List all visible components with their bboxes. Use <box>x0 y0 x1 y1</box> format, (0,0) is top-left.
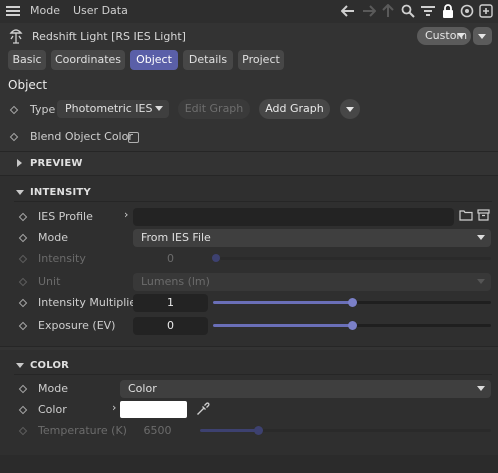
keyframe-diamond-icon[interactable] <box>18 233 28 243</box>
color-label: Color <box>38 403 67 416</box>
object-title: Redshift Light [RS IES Light] <box>32 30 186 43</box>
tab-project[interactable]: Project <box>238 50 284 70</box>
hamburger-icon[interactable] <box>5 3 21 19</box>
keyframe-diamond-icon <box>18 254 28 264</box>
unit-dropdown-value: Lumens (lm) <box>141 275 210 288</box>
filter-icon[interactable] <box>420 3 436 19</box>
keyframe-diamond-icon[interactable] <box>9 105 19 115</box>
slider-fill <box>213 301 352 304</box>
color-mode-label: Mode <box>38 382 68 395</box>
chevron-down-icon <box>477 235 485 240</box>
temperature-label: Temperature (K) <box>38 424 127 437</box>
chevron-down-icon[interactable] <box>16 190 24 195</box>
blend-object-color-checkbox[interactable] <box>128 132 139 143</box>
color-swatch[interactable] <box>120 401 187 418</box>
exposure-slider[interactable] <box>213 321 491 330</box>
chevron-down-icon <box>477 386 485 391</box>
blend-object-color-label: Blend Object Color <box>30 130 133 143</box>
intensity-label: Intensity <box>38 252 86 265</box>
intensity-value-field: 0 <box>167 252 174 265</box>
add-icon[interactable] <box>478 3 494 19</box>
tab-object[interactable]: Object <box>130 50 178 70</box>
chevron-down-icon <box>478 34 486 39</box>
more-options-button[interactable] <box>473 27 492 45</box>
intensity-group-label: INTENSITY <box>30 187 91 198</box>
lock-icon[interactable] <box>440 3 456 19</box>
chevron-down-icon <box>155 106 163 111</box>
archive-icon[interactable] <box>477 209 491 223</box>
expand-chevron-icon[interactable]: › <box>112 401 116 414</box>
exposure-label: Exposure (EV) <box>38 319 116 332</box>
exposure-field[interactable]: 0 <box>133 317 208 335</box>
intensity-slider-track <box>220 257 491 260</box>
slider-fill <box>213 324 352 327</box>
slider-knob[interactable] <box>348 298 357 307</box>
slider-knob[interactable] <box>348 321 357 330</box>
keyframe-diamond-icon <box>18 277 28 287</box>
type-dropdown[interactable]: Photometric IES <box>57 100 169 118</box>
intensity-multiplier-field[interactable]: 1 <box>133 294 208 312</box>
ies-profile-label: IES Profile <box>38 210 93 223</box>
unit-dropdown: Lumens (lm) <box>133 273 491 291</box>
chevron-down-icon <box>457 33 465 38</box>
color-mode-dropdown[interactable]: Color <box>120 380 491 398</box>
slider-fill <box>200 429 258 432</box>
back-arrow-icon[interactable] <box>340 3 356 19</box>
eyedropper-icon[interactable] <box>196 402 210 416</box>
keyframe-diamond-icon <box>18 426 28 436</box>
chevron-down-icon <box>346 107 354 112</box>
type-label: Type <box>30 103 56 116</box>
divider <box>0 346 498 347</box>
expand-chevron-icon[interactable]: › <box>124 208 128 221</box>
tab-coordinates[interactable]: Coordinates <box>51 50 125 70</box>
type-dropdown-value: Photometric IES <box>65 102 153 115</box>
color-group <box>0 350 498 455</box>
up-arrow-icon[interactable] <box>380 3 396 19</box>
menu-mode[interactable]: Mode <box>30 4 60 17</box>
intensity-mode-dropdown[interactable]: From IES File <box>133 229 491 247</box>
intensity-multiplier-label: Intensity Multiplier <box>38 296 141 309</box>
forward-arrow-icon[interactable] <box>361 3 377 19</box>
target-icon[interactable] <box>459 3 475 19</box>
tab-details[interactable]: Details <box>183 50 233 70</box>
color-group-label: COLOR <box>30 360 70 371</box>
menu-user-data[interactable]: User Data <box>73 4 128 17</box>
chevron-down-icon[interactable] <box>16 363 24 368</box>
search-icon[interactable] <box>400 3 416 19</box>
light-icon <box>9 28 23 44</box>
chevron-down-icon <box>477 279 485 284</box>
preset-dropdown[interactable]: Custom <box>417 27 471 45</box>
edit-graph-button[interactable]: Edit Graph <box>178 99 250 119</box>
intensity-mode-label: Mode <box>38 231 68 244</box>
preview-group-label: PREVIEW <box>30 158 83 169</box>
folder-icon[interactable] <box>459 209 473 223</box>
keyframe-diamond-icon[interactable] <box>9 132 19 142</box>
graph-options-button[interactable] <box>340 99 360 119</box>
divider <box>14 201 492 202</box>
keyframe-diamond-icon[interactable] <box>18 212 28 222</box>
color-mode-value: Color <box>128 382 157 395</box>
bottom-bar <box>0 455 498 473</box>
unit-label: Unit <box>38 275 61 288</box>
keyframe-diamond-icon[interactable] <box>18 405 28 415</box>
tab-basic[interactable]: Basic <box>8 50 46 70</box>
keyframe-diamond-icon[interactable] <box>18 384 28 394</box>
keyframe-diamond-icon[interactable] <box>18 321 28 331</box>
chevron-right-icon <box>17 159 22 167</box>
intensity-multiplier-slider[interactable] <box>213 298 491 307</box>
slider-knob <box>254 426 263 435</box>
section-heading-object: Object <box>8 78 48 92</box>
temperature-slider <box>200 426 491 435</box>
add-graph-button[interactable]: Add Graph <box>259 99 330 119</box>
ies-profile-path-input[interactable] <box>133 208 454 226</box>
keyframe-diamond-icon[interactable] <box>18 298 28 308</box>
divider <box>14 374 492 375</box>
intensity-slider-knob <box>212 254 220 262</box>
intensity-mode-value: From IES File <box>141 231 211 244</box>
temperature-field: 6500 <box>143 424 172 437</box>
